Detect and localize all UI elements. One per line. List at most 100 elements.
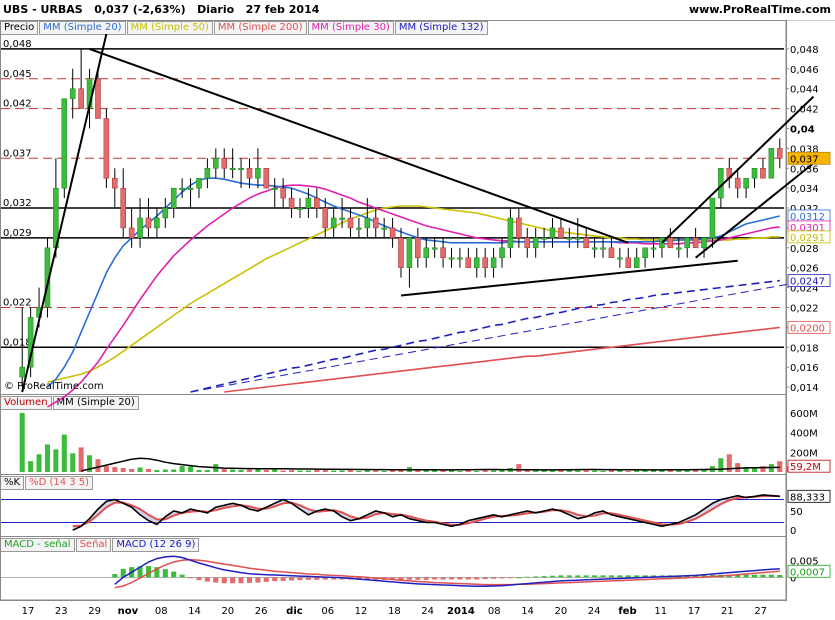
volume-bar [221,469,227,472]
candle-up [448,257,455,260]
macd-hist-bar [701,575,707,578]
volume-bar [61,434,67,472]
macd-hist-bar [305,577,311,580]
price-legend-item[interactable]: MM (Simple 30) [307,21,394,35]
macd-hist-bar [196,577,202,581]
candle-down [625,257,632,268]
price-legend-item[interactable]: MM (Simple 20) [39,21,126,35]
candle-up [61,98,68,189]
candle-up [19,366,25,378]
candle-up [566,237,573,240]
macd-legend-item[interactable]: MACD (12 26 9) [112,538,200,552]
macd-legend-item[interactable]: MACD - señal [0,538,75,552]
macd-legend: MACD - señal Señal MACD (12 26 9) [0,538,200,552]
candle-down [415,237,421,259]
candle-up [676,247,682,250]
volume-legend-item[interactable]: MM (Simple 20) [52,396,139,410]
macd-hist-bar [709,575,715,578]
volume-bar [36,454,42,472]
candle-up [600,247,606,250]
candle-down [372,217,379,229]
price-left-label: 0,048 [3,39,32,50]
volume-bar [112,467,118,472]
x-axis-label: 24 [421,606,434,617]
candle-up [423,247,430,259]
volume-bar [314,470,320,472]
candle-up [69,88,76,99]
price-left-label: 0,042 [3,99,32,110]
candle-up [743,177,749,189]
candle-up [541,237,547,240]
volume-bar [188,466,194,472]
macd-hist-bar [263,577,269,582]
macd-hist-bar [356,577,362,580]
ma30-line [47,184,780,408]
volume-legend-item[interactable]: Volumen [0,396,52,410]
macd-hist-bar [684,575,690,578]
candle-up [170,187,177,209]
macd-hist-bar [112,574,118,578]
macd-hist-bar [524,576,530,578]
x-axis-label: 20 [221,606,234,617]
macd-hist-bar [735,574,741,578]
price-axis-label: 0,044 [790,85,819,96]
stochastic-legend-item[interactable]: %D (14 3 5) [25,476,94,490]
price-axis-label: 0,038 [790,144,819,155]
volume-bar [566,469,572,472]
candle-up [27,317,34,368]
price-legend-item[interactable]: Precio [0,21,39,35]
x-axis-label: 24 [588,606,601,617]
macd-hist-bar [322,577,328,580]
x-axis-label: 23 [55,606,68,617]
volume-bar [659,470,665,472]
x-axis-label: 14 [188,606,201,617]
candle-up [768,148,775,179]
macd-hist-bar [558,575,564,578]
volume-bar [709,466,715,472]
macd-legend-item[interactable]: Señal [75,538,112,552]
macd-hist-bar [718,574,724,578]
symbol-name: UBS - URBAS [3,3,83,16]
price-tag-label: 0,0301 [790,223,825,234]
volume-bar [507,468,513,472]
price-legend-item[interactable]: MM (Simple 132) [394,21,488,35]
volume-bar [289,470,295,472]
volume-bar [297,470,303,472]
macd-hist-bar [743,574,749,578]
volume-bar [196,470,202,472]
volume-tag [787,459,831,473]
volume-bar [103,466,109,472]
candle-up [255,168,261,179]
price-axis-label: 0,024 [790,284,819,295]
x-axis-label: 20 [554,606,567,617]
price-legend-item[interactable]: MM (Simple 200) [213,21,307,35]
x-axis-label: 26 [255,606,268,617]
candle-up [574,237,581,240]
volume-tag-label: 59,2M [790,462,821,473]
macd-axis-label: 0 [790,573,796,584]
price-legend-item[interactable]: MM (Simple 50) [126,21,213,35]
price-axis-label: 0,02 [790,323,812,334]
candle-down [398,237,404,268]
price-axis-label: 0,04 [790,124,815,135]
macd-hist-bar [583,575,589,578]
stoch-axis-label: 88,333 [790,492,825,503]
candle-down [734,177,741,189]
macd-hist-bar [120,568,126,578]
price-axis-label: 0,014 [790,383,819,394]
stochastic-legend-item[interactable]: %K [0,476,25,490]
candle-up [86,78,93,109]
candle-down [760,168,766,179]
candle-down [465,257,472,268]
macd-hist-bar [364,577,370,580]
x-axis-label: 2014 [447,606,475,617]
ma200-line [224,326,780,393]
volume-bar [145,469,151,472]
macd-hist-bar [457,577,463,580]
price-tag [787,220,831,234]
candle-up [473,257,480,268]
price-axis-label: 0,028 [790,244,819,255]
site-link[interactable]: www.ProRealTime.com [689,3,831,16]
watermark: © ProRealTime.com [4,381,104,392]
price-axis-label: 0,03 [790,224,812,235]
